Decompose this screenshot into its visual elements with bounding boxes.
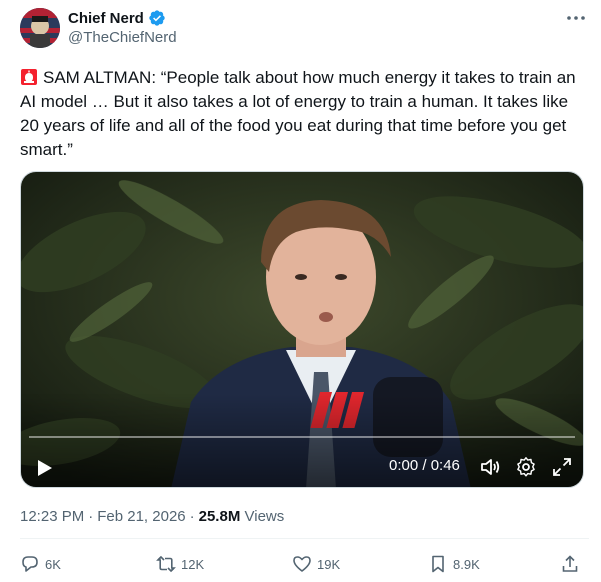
volume-icon[interactable] bbox=[479, 456, 501, 478]
share-icon bbox=[562, 555, 578, 572]
repost-icon bbox=[156, 555, 176, 573]
tweet-meta: 12:23 PM · Feb 21, 2026 · 25.8M Views bbox=[20, 508, 285, 525]
fullscreen-icon[interactable] bbox=[551, 456, 573, 478]
like-count: 19K bbox=[317, 556, 341, 572]
action-bar: 6K 12K 19K 8.9K bbox=[20, 554, 588, 578]
video-player[interactable]: 0:00 / 0:46 bbox=[20, 171, 584, 488]
author-handle[interactable]: @TheChiefNerd bbox=[68, 29, 177, 46]
reply-count: 6K bbox=[45, 556, 61, 572]
reply-icon bbox=[22, 556, 38, 572]
video-time: 0:00 / 0:46 bbox=[389, 457, 460, 474]
display-name[interactable]: Chief Nerd bbox=[68, 10, 144, 27]
avatar-image bbox=[20, 8, 60, 48]
tweet-text-block: SAM ALTMAN: “People talk about how much … bbox=[20, 66, 588, 162]
author-name-row[interactable]: Chief Nerd bbox=[68, 9, 166, 27]
tweet-time[interactable]: 12:23 PM bbox=[20, 508, 84, 525]
settings-icon[interactable] bbox=[515, 456, 537, 478]
divider bbox=[20, 538, 589, 539]
avatar[interactable] bbox=[20, 8, 60, 48]
repost-button[interactable]: 12K bbox=[156, 554, 204, 574]
more-options-icon[interactable] bbox=[562, 8, 590, 28]
views-label: Views bbox=[244, 508, 285, 525]
repost-count: 12K bbox=[181, 556, 205, 572]
like-button[interactable]: 19K bbox=[292, 554, 340, 574]
play-icon[interactable] bbox=[33, 457, 55, 479]
bookmark-icon bbox=[432, 555, 444, 573]
video-controls: 0:00 / 0:46 bbox=[21, 452, 583, 482]
video-frame bbox=[21, 172, 583, 487]
heart-icon bbox=[293, 556, 311, 572]
verified-badge-icon bbox=[149, 10, 165, 26]
siren-icon bbox=[21, 69, 37, 85]
bookmark-count: 8.9K bbox=[453, 556, 480, 572]
tweet-date[interactable]: Feb 21, 2026 bbox=[97, 508, 185, 525]
tweet-text: SAM ALTMAN: “People talk about how much … bbox=[20, 68, 576, 159]
reply-button[interactable]: 6K bbox=[20, 554, 61, 574]
share-button[interactable] bbox=[560, 554, 585, 574]
views-count: 25.8M bbox=[198, 508, 241, 525]
bookmark-button[interactable]: 8.9K bbox=[428, 554, 480, 574]
video-progress-bar[interactable] bbox=[29, 436, 575, 438]
